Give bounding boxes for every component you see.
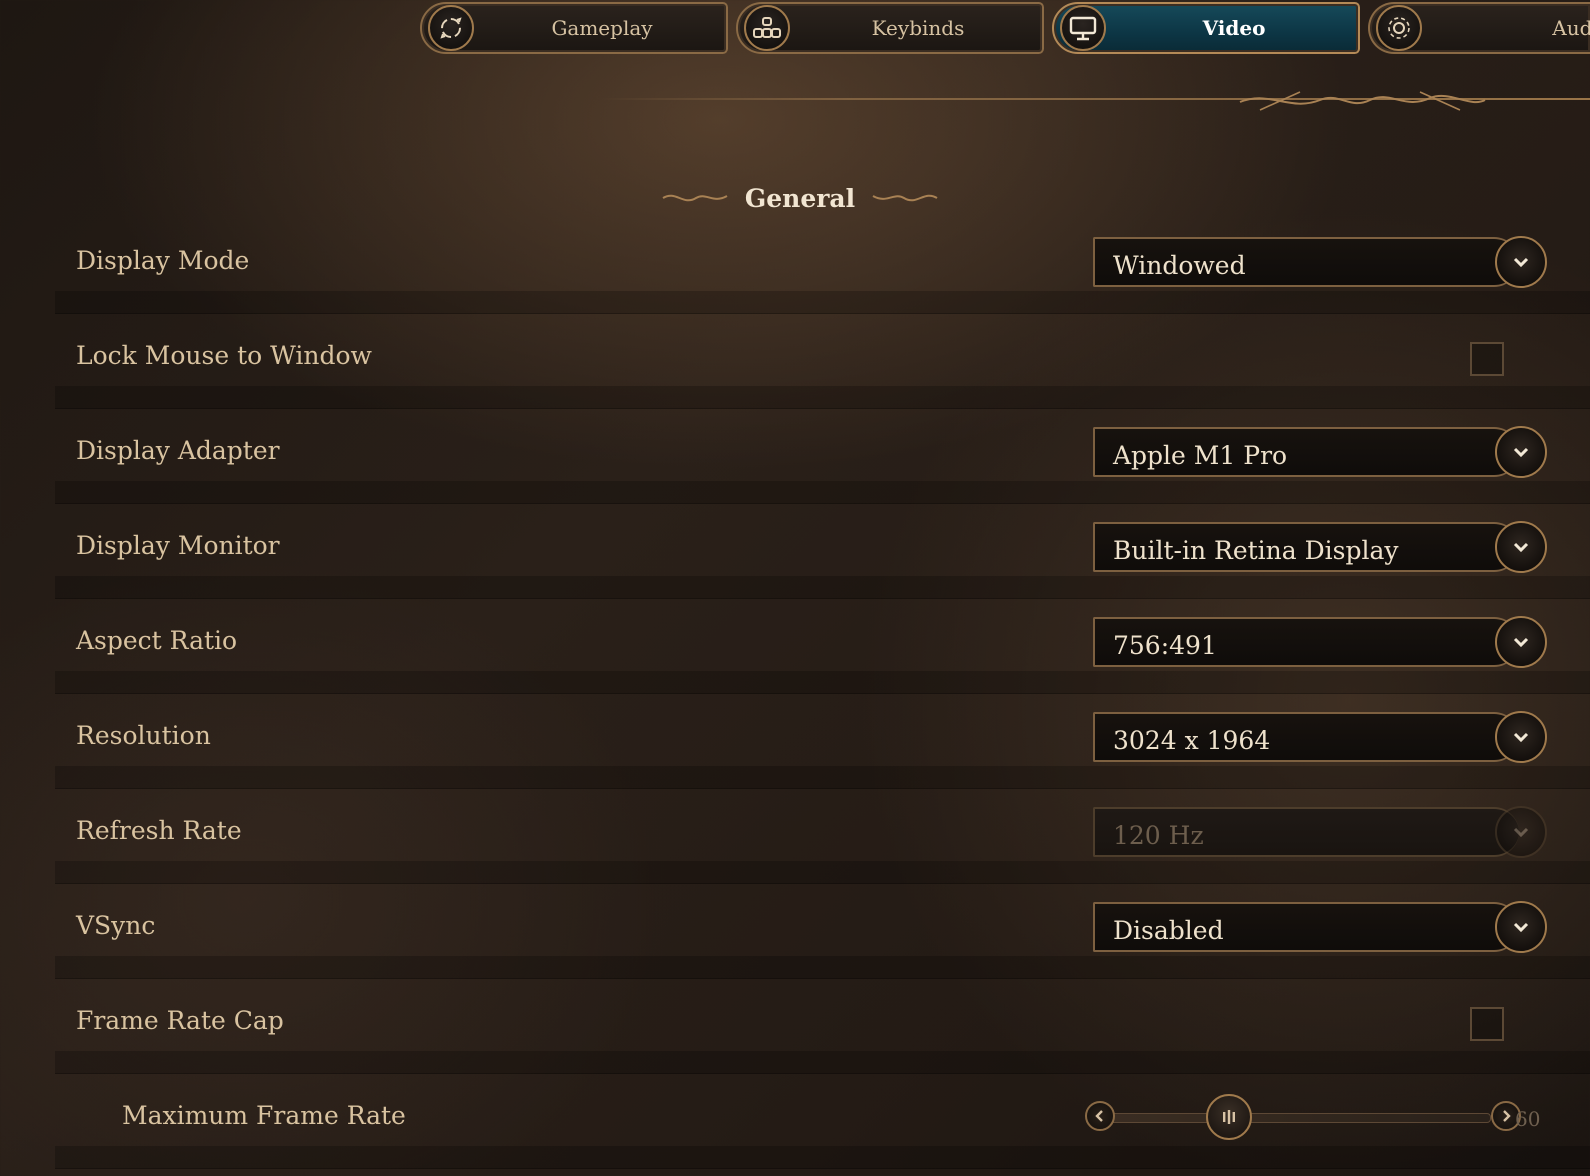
tab-video-label: Video — [1202, 16, 1266, 40]
section-header: General — [640, 178, 960, 218]
display-mode-dropdown[interactable]: Windowed — [1093, 236, 1547, 288]
lock-mouse-label: Lock Mouse to Window — [76, 341, 372, 370]
gameplay-icon — [428, 5, 474, 51]
display-adapter-dropdown[interactable]: Apple M1 Pro — [1093, 426, 1547, 478]
flourish-left-icon — [662, 194, 728, 202]
vsync-dropdown[interactable]: Disabled — [1093, 901, 1547, 953]
row-lock-mouse: Lock Mouse to Window — [55, 314, 1590, 409]
chevron-down-icon[interactable] — [1495, 901, 1547, 953]
settings-tabs: Gameplay Keybinds Video Aud — [0, 0, 1590, 60]
resolution-label: Resolution — [76, 721, 211, 750]
row-display-adapter: Display Adapter Apple M1 Pro — [55, 409, 1590, 504]
aspect-ratio-label: Aspect Ratio — [76, 626, 238, 655]
audio-icon — [1376, 5, 1422, 51]
flourish-right-icon — [872, 194, 938, 202]
flourish-ornament-icon — [1239, 91, 1486, 111]
max-frame-rate-slider[interactable] — [1085, 1091, 1521, 1143]
row-display-monitor: Display Monitor Built-in Retina Display — [55, 504, 1590, 599]
resolution-value: 3024 x 1964 — [1113, 726, 1271, 755]
slider-thumb[interactable] — [1205, 1094, 1252, 1140]
vsync-value: Disabled — [1113, 916, 1224, 945]
refresh-rate-label: Refresh Rate — [76, 816, 242, 845]
frame-rate-cap-label: Frame Rate Cap — [76, 1006, 284, 1035]
vsync-label: VSync — [76, 911, 156, 940]
max-frame-rate-value: 60 — [1515, 1107, 1541, 1131]
display-adapter-value: Apple M1 Pro — [1113, 441, 1288, 470]
max-frame-rate-label: Maximum Frame Rate — [122, 1101, 406, 1130]
chevron-down-icon[interactable] — [1495, 236, 1547, 288]
row-frame-rate-cap: Frame Rate Cap — [55, 979, 1590, 1074]
tab-audio-label: Audic — [1552, 16, 1590, 40]
display-mode-value: Windowed — [1113, 251, 1246, 280]
refresh-rate-value: 120 Hz — [1113, 821, 1204, 850]
tab-gameplay-label: Gameplay — [551, 16, 653, 40]
chevron-down-icon[interactable] — [1495, 426, 1547, 478]
section-title: General — [744, 183, 856, 213]
frame-rate-cap-checkbox[interactable] — [1470, 1007, 1504, 1041]
chevron-down-icon[interactable] — [1495, 616, 1547, 668]
chevron-down-icon[interactable] — [1495, 711, 1547, 763]
display-monitor-dropdown[interactable]: Built-in Retina Display — [1093, 521, 1547, 573]
display-adapter-label: Display Adapter — [76, 436, 280, 465]
chevron-down-icon[interactable] — [1495, 521, 1547, 573]
refresh-rate-dropdown: 120 Hz — [1093, 806, 1547, 858]
tab-audio[interactable]: Audic — [1368, 2, 1590, 54]
lock-mouse-checkbox[interactable] — [1470, 342, 1504, 376]
row-max-frame-rate: Maximum Frame Rate 60 — [55, 1074, 1590, 1169]
tab-video[interactable]: Video — [1052, 2, 1360, 54]
tab-keybinds[interactable]: Keybinds — [736, 2, 1044, 54]
row-refresh-rate: Refresh Rate 120 Hz — [55, 789, 1590, 884]
aspect-ratio-value: 756:491 — [1113, 631, 1217, 660]
keybinds-icon — [744, 5, 790, 51]
settings-list: Display Mode Windowed Lock Mouse to Wind… — [55, 219, 1590, 1169]
display-mode-label: Display Mode — [76, 246, 250, 275]
chevron-left-icon[interactable] — [1085, 1101, 1115, 1131]
slider-track[interactable] — [1105, 1113, 1491, 1123]
row-display-mode: Display Mode Windowed — [55, 219, 1590, 314]
tab-keybinds-label: Keybinds — [871, 16, 965, 40]
row-aspect-ratio: Aspect Ratio 756:491 — [55, 599, 1590, 694]
monitor-icon — [1060, 5, 1106, 51]
resolution-dropdown[interactable]: 3024 x 1964 — [1093, 711, 1547, 763]
display-monitor-label: Display Monitor — [76, 531, 280, 560]
tab-gameplay[interactable]: Gameplay — [420, 2, 728, 54]
chevron-down-icon — [1495, 806, 1547, 858]
aspect-ratio-dropdown[interactable]: 756:491 — [1093, 616, 1547, 668]
row-vsync: VSync Disabled — [55, 884, 1590, 979]
display-monitor-value: Built-in Retina Display — [1113, 536, 1399, 565]
row-resolution: Resolution 3024 x 1964 — [55, 694, 1590, 789]
